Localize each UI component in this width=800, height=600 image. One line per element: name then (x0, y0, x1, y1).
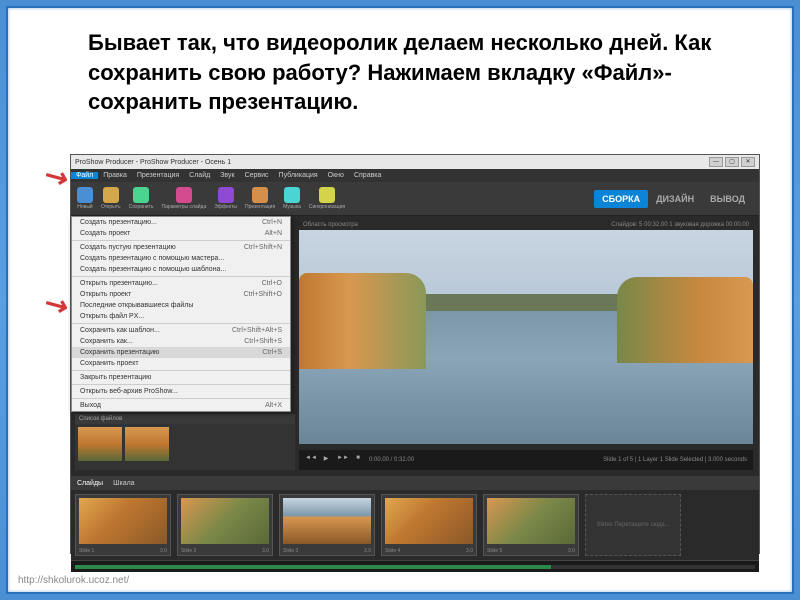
menu-item--[interactable]: Последние открывавшиеся файлы (72, 300, 290, 311)
playback-bar: ◄◄ ▶ ►► ■ 0:00.00 / 0:32.00 Slide 1 of 5… (299, 450, 753, 470)
annotation-arrow-file-menu: ↘ (37, 156, 74, 196)
window-title: ProShow Producer - ProShow Producer - Ос… (75, 159, 231, 166)
menu-item--[interactable]: Сохранить презентациюCtrl+S (72, 347, 290, 358)
prev-button[interactable]: ◄◄ (305, 455, 315, 465)
timeline: Slide 13.0Slide 23.0Slide 33.0Slide 43.0… (71, 490, 759, 560)
menu-item--[interactable]: Открыть презентацию...Ctrl+O (72, 278, 290, 289)
tab-ДИЗАЙН[interactable]: ДИЗАЙН (648, 190, 702, 208)
preview-header-right: Слайдов: 5 00:32.00 1 звуковая дорожка 0… (611, 222, 749, 228)
menu-item--[interactable]: ВыходAlt+X (72, 400, 290, 411)
menu-Файл[interactable]: Файл (71, 172, 98, 179)
minimize-button[interactable]: — (709, 157, 723, 167)
menu-item--[interactable]: Сохранить проект (72, 358, 290, 369)
next-button[interactable]: ►► (337, 455, 347, 465)
menu-Справка[interactable]: Справка (349, 172, 386, 179)
stop-button[interactable]: ■ (353, 455, 363, 465)
proshow-app-window: ProShow Producer - ProShow Producer - Ос… (70, 154, 760, 554)
window-titlebar: ProShow Producer - ProShow Producer - Ос… (71, 155, 759, 169)
slide-Slide 1[interactable]: Slide 13.0 (75, 494, 171, 556)
playback-time: 0:00.00 / 0:32.00 (369, 457, 414, 463)
menu-item--[interactable]: Закрыть презентацию (72, 372, 290, 383)
file-thumb[interactable] (78, 427, 122, 461)
menu-Слайд[interactable]: Слайд (184, 172, 215, 179)
playback-info: Slide 1 of 5 | 1 Layer 1 Slide Selected … (603, 457, 747, 463)
file-list-panel: Список файлов (75, 414, 295, 470)
menu-Правка[interactable]: Правка (98, 172, 132, 179)
menu-item--[interactable]: Сохранить как шаблон...Ctrl+Shift+Alt+S (72, 325, 290, 336)
menu-item--[interactable]: Создать презентацию с помощью шаблона... (72, 264, 290, 275)
timeline-tab-Шкала[interactable]: Шкала (113, 480, 135, 487)
slide-Slide 2[interactable]: Slide 23.0 (177, 494, 273, 556)
toolbar-Синхронизация[interactable]: Синхронизация (309, 187, 345, 210)
timeline-header: Слайды Шкала (71, 476, 759, 490)
audio-track[interactable] (71, 560, 759, 572)
menu-Публикация[interactable]: Публикация (274, 172, 323, 179)
slide-Slide 3[interactable]: Slide 33.0 (279, 494, 375, 556)
main-tabs: СБОРКАДИЗАЙНВЫВОД (594, 190, 753, 208)
toolbar-Сохранить[interactable]: Сохранить (129, 187, 154, 210)
menu-item--[interactable]: Создать проектAlt+N (72, 228, 290, 239)
toolbar-Презентация[interactable]: Презентация (245, 187, 275, 210)
maximize-button[interactable]: ▢ (725, 157, 739, 167)
file-thumb[interactable] (125, 427, 169, 461)
menu-item--ProShow-[interactable]: Открыть веб-архив ProShow... (72, 386, 290, 397)
slide-add-placeholder[interactable]: Slides Перетащите сюда... (585, 494, 681, 556)
menu-Звук[interactable]: Звук (215, 172, 239, 179)
workspace: Создать презентацию...Ctrl+NСоздать прое… (71, 216, 759, 476)
footer-url: http://shkolurok.ucoz.net/ (18, 575, 129, 586)
slide-Slide 5[interactable]: Slide 53.0 (483, 494, 579, 556)
menu-Сервис[interactable]: Сервис (240, 172, 274, 179)
annotation-arrow-save-item: ↘ (37, 284, 74, 324)
toolbar-Эффекты[interactable]: Эффекты (214, 187, 237, 210)
file-dropdown-menu: Создать презентацию...Ctrl+NСоздать прое… (71, 216, 291, 412)
preview-canvas[interactable] (299, 230, 753, 444)
menu-Окно[interactable]: Окно (323, 172, 349, 179)
menu-item--PX-[interactable]: Открыть файл PX... (72, 311, 290, 322)
preview-header-left: Область просмотра (303, 222, 358, 228)
timeline-tab-Слайды[interactable]: Слайды (77, 480, 103, 487)
toolbar-Новый[interactable]: Новый (77, 187, 93, 210)
tab-ВЫВОД[interactable]: ВЫВОД (702, 190, 753, 208)
menu-item--[interactable]: Сохранить как...Ctrl+Shift+S (72, 336, 290, 347)
file-list-header: Список файлов (75, 414, 295, 424)
menu-item--[interactable]: Создать презентацию с помощью мастера... (72, 253, 290, 264)
menubar: ФайлПравкаПрезентацияСлайдЗвукСервисПубл… (71, 169, 759, 182)
preview-area: Область просмотра Слайдов: 5 00:32.00 1 … (299, 220, 753, 446)
menu-item--[interactable]: Открыть проектCtrl+Shift+O (72, 289, 290, 300)
preview-image-lake (299, 230, 753, 444)
toolbar: Новый Открыть Сохранить Параметры слайда Эфф… (71, 182, 759, 216)
slide-Slide 4[interactable]: Slide 43.0 (381, 494, 477, 556)
tab-СБОРКА[interactable]: СБОРКА (594, 190, 648, 208)
menu-item--[interactable]: Создать презентацию...Ctrl+N (72, 217, 290, 228)
menu-Презентация[interactable]: Презентация (132, 172, 184, 179)
close-button[interactable]: ✕ (741, 157, 755, 167)
toolbar-Параметры слайда[interactable]: Параметры слайда (162, 187, 207, 210)
toolbar-Открыть[interactable]: Открыть (101, 187, 121, 210)
menu-item--[interactable]: Создать пустую презентациюCtrl+Shift+N (72, 242, 290, 253)
toolbar-Музыка[interactable]: Музыка (283, 187, 301, 210)
instruction-text: Бывает так, что видеоролик делаем нескол… (8, 8, 792, 122)
play-button[interactable]: ▶ (321, 455, 331, 465)
